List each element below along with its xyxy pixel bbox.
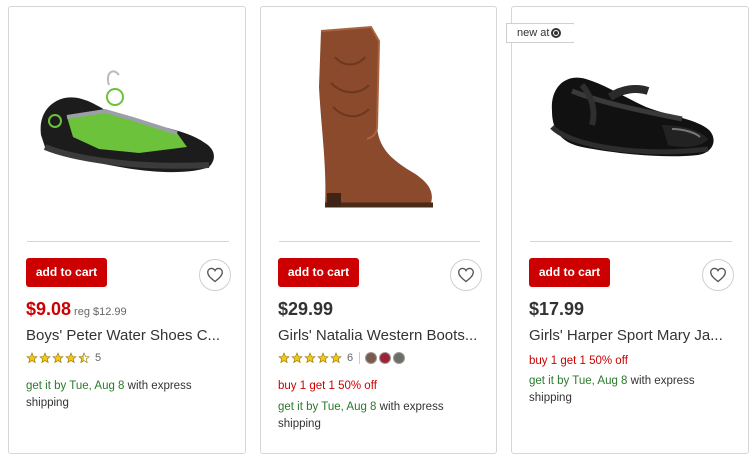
star-rating xyxy=(26,352,90,364)
water-shoe-image[interactable] xyxy=(9,7,245,241)
swatch-divider xyxy=(359,352,361,364)
star-icon xyxy=(26,352,38,364)
product-title[interactable]: Boys' Peter Water Shoes C... xyxy=(26,327,231,344)
card-divider xyxy=(27,241,229,242)
star-icon xyxy=(65,352,77,364)
star-icon xyxy=(317,352,329,364)
star-icon xyxy=(39,352,51,364)
promo-text[interactable]: buy 1 get 1 50% off xyxy=(529,355,628,367)
favorite-button[interactable] xyxy=(199,259,231,291)
shipping-info: get it by Tue, Aug 8 with express shippi… xyxy=(278,399,488,433)
product-title[interactable]: Girls' Harper Sport Mary Ja... xyxy=(529,327,734,344)
color-swatch[interactable] xyxy=(379,352,392,364)
shipping-date: get it by Tue, Aug 8 xyxy=(529,375,628,387)
color-swatch[interactable] xyxy=(393,352,406,364)
favorite-button[interactable] xyxy=(450,259,482,291)
rating[interactable]: 5 xyxy=(26,351,101,365)
star-icon xyxy=(278,352,290,364)
rating[interactable]: 6 xyxy=(278,351,407,365)
shipping-info: get it by Tue, Aug 8 with express shippi… xyxy=(529,373,739,407)
rating-count: 6 xyxy=(347,352,354,364)
heart-icon xyxy=(710,267,726,283)
star-icon xyxy=(291,352,303,364)
product-card[interactable]: new at add to cart $17.99 Girls' Harper … xyxy=(511,6,749,454)
heart-icon xyxy=(458,267,474,283)
star-icon xyxy=(78,352,90,364)
shipping-date: get it by Tue, Aug 8 xyxy=(26,380,125,392)
product-card[interactable]: add to cart $29.99 Girls' Natalia Wester… xyxy=(260,6,497,454)
price: $9.08 reg $12.99 xyxy=(26,299,127,320)
star-icon xyxy=(330,352,342,364)
star-icon xyxy=(52,352,64,364)
regular-price: reg $12.99 xyxy=(74,306,127,318)
price: $17.99 xyxy=(529,299,584,320)
product-card[interactable]: add to cart $9.08 reg $12.99 Boys' Peter … xyxy=(8,6,246,454)
add-to-cart-button[interactable]: add to cart xyxy=(529,258,610,287)
favorite-button[interactable] xyxy=(702,259,734,291)
card-divider xyxy=(279,241,480,242)
add-to-cart-button[interactable]: add to cart xyxy=(26,258,107,287)
promo-text[interactable]: buy 1 get 1 50% off xyxy=(278,380,377,392)
sale-price: $9.08 xyxy=(26,299,72,319)
shipping-info: get it by Tue, Aug 8 with express shippi… xyxy=(26,378,236,412)
color-swatch[interactable] xyxy=(365,352,378,364)
star-rating xyxy=(278,352,342,364)
product-title[interactable]: Girls' Natalia Western Boots... xyxy=(278,327,483,344)
heart-icon xyxy=(207,267,223,283)
western-boot-image[interactable] xyxy=(261,7,496,241)
card-divider xyxy=(530,241,732,242)
mary-jane-shoe-image[interactable] xyxy=(512,7,748,241)
current-price: $17.99 xyxy=(529,299,585,319)
rating-count: 5 xyxy=(95,352,102,364)
add-to-cart-button[interactable]: add to cart xyxy=(278,258,359,287)
star-icon xyxy=(304,352,316,364)
price: $29.99 xyxy=(278,299,333,320)
current-price: $29.99 xyxy=(278,299,334,319)
shipping-date: get it by Tue, Aug 8 xyxy=(278,401,377,413)
